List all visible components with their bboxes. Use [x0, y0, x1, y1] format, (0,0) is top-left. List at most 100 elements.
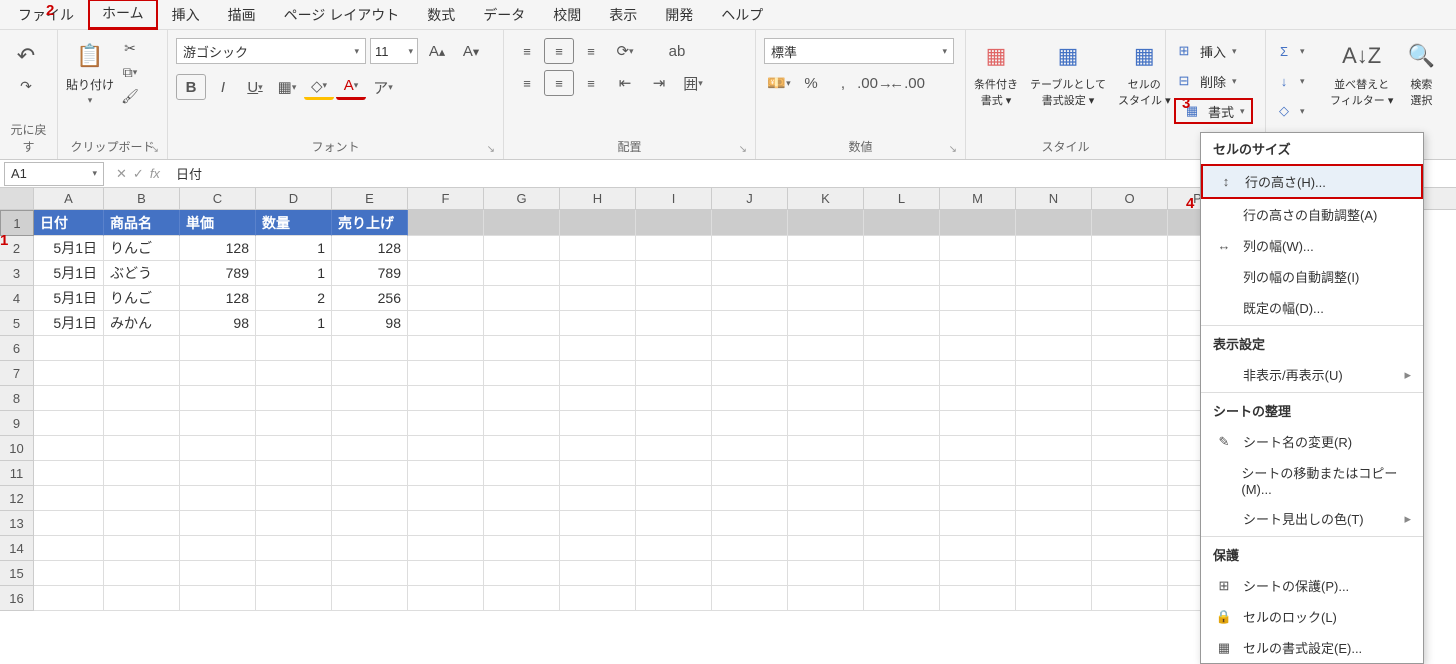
cell-E8[interactable]: [332, 386, 408, 411]
cell-H10[interactable]: [560, 436, 636, 461]
paste-button[interactable]: 📋 貼り付け ▾: [66, 38, 114, 106]
cell-A13[interactable]: [34, 511, 104, 536]
cell-L7[interactable]: [864, 361, 940, 386]
cell-O14[interactable]: [1092, 536, 1168, 561]
conditional-format-button[interactable]: ▦条件付き 書式 ▾: [974, 38, 1018, 108]
cell-B6[interactable]: [104, 336, 180, 361]
cell-G12[interactable]: [484, 486, 560, 511]
increase-indent-icon[interactable]: ⇥: [644, 70, 674, 96]
col-header-K[interactable]: K: [788, 188, 864, 209]
cell-G3[interactable]: [484, 261, 560, 286]
number-format-select[interactable]: 標準▾: [764, 38, 954, 64]
cell-J5[interactable]: [712, 311, 788, 336]
cell-F1[interactable]: [408, 210, 484, 236]
cell-F8[interactable]: [408, 386, 484, 411]
col-header-N[interactable]: N: [1016, 188, 1092, 209]
autosum-button[interactable]: Σ▾: [1274, 38, 1305, 64]
cell-J15[interactable]: [712, 561, 788, 586]
cell-N10[interactable]: [1016, 436, 1092, 461]
cell-I14[interactable]: [636, 536, 712, 561]
borders-button[interactable]: ▦ ▾: [272, 74, 302, 100]
dd-item[interactable]: 既定の幅(D)...: [1201, 292, 1423, 323]
alignment-launcher[interactable]: ↘: [739, 144, 747, 155]
cell-K9[interactable]: [788, 411, 864, 436]
decrease-indent-icon[interactable]: ⇤: [610, 70, 640, 96]
cell-N2[interactable]: [1016, 236, 1092, 261]
cell-L6[interactable]: [864, 336, 940, 361]
cell-N7[interactable]: [1016, 361, 1092, 386]
cell-H8[interactable]: [560, 386, 636, 411]
cell-J11[interactable]: [712, 461, 788, 486]
cell-L12[interactable]: [864, 486, 940, 511]
cell-B5[interactable]: みかん: [104, 311, 180, 336]
comma-button[interactable]: ,: [828, 70, 858, 96]
cell-N1[interactable]: [1016, 210, 1092, 236]
cell-C13[interactable]: [180, 511, 256, 536]
cell-D13[interactable]: [256, 511, 332, 536]
cell-I7[interactable]: [636, 361, 712, 386]
dd-item[interactable]: 列の幅の自動調整(I): [1201, 261, 1423, 292]
cell-B12[interactable]: [104, 486, 180, 511]
cell-D5[interactable]: 1: [256, 311, 332, 336]
cell-J8[interactable]: [712, 386, 788, 411]
cell-C6[interactable]: [180, 336, 256, 361]
cell-H5[interactable]: [560, 311, 636, 336]
cell-B1[interactable]: 商品名: [104, 210, 180, 236]
cell-K2[interactable]: [788, 236, 864, 261]
cell-K10[interactable]: [788, 436, 864, 461]
cell-E14[interactable]: [332, 536, 408, 561]
cell-A4[interactable]: 5月1日: [34, 286, 104, 311]
orientation-button[interactable]: ⟳ ▾: [610, 38, 640, 64]
cell-M3[interactable]: [940, 261, 1016, 286]
cell-E4[interactable]: 256: [332, 286, 408, 311]
merge-button[interactable]: 囲 ▾: [678, 70, 708, 96]
cell-D9[interactable]: [256, 411, 332, 436]
cell-F4[interactable]: [408, 286, 484, 311]
cell-I8[interactable]: [636, 386, 712, 411]
cell-E11[interactable]: [332, 461, 408, 486]
dd-item[interactable]: ⊞シートの保護(P)...: [1201, 570, 1423, 601]
cell-K5[interactable]: [788, 311, 864, 336]
cell-N11[interactable]: [1016, 461, 1092, 486]
cell-L2[interactable]: [864, 236, 940, 261]
cell-G14[interactable]: [484, 536, 560, 561]
cell-A7[interactable]: [34, 361, 104, 386]
cell-F13[interactable]: [408, 511, 484, 536]
delete-cells-button[interactable]: ⊟削除 ▾: [1174, 68, 1253, 94]
menu-ページ レイアウト[interactable]: ページ レイアウト: [270, 1, 414, 29]
cell-H7[interactable]: [560, 361, 636, 386]
menu-開発[interactable]: 開発: [651, 1, 707, 29]
cell-E6[interactable]: [332, 336, 408, 361]
cell-C14[interactable]: [180, 536, 256, 561]
cell-K11[interactable]: [788, 461, 864, 486]
cell-D6[interactable]: [256, 336, 332, 361]
cell-A12[interactable]: [34, 486, 104, 511]
cell-C2[interactable]: 128: [180, 236, 256, 261]
cell-L11[interactable]: [864, 461, 940, 486]
cell-H1[interactable]: [560, 210, 636, 236]
row-header-8[interactable]: 8: [0, 386, 34, 411]
row-header-13[interactable]: 13: [0, 511, 34, 536]
cell-C8[interactable]: [180, 386, 256, 411]
cell-F6[interactable]: [408, 336, 484, 361]
increase-font-icon[interactable]: A▴: [422, 38, 452, 64]
cell-N4[interactable]: [1016, 286, 1092, 311]
clipboard-launcher[interactable]: ↘: [151, 144, 159, 155]
cell-L9[interactable]: [864, 411, 940, 436]
col-header-I[interactable]: I: [636, 188, 712, 209]
cell-O6[interactable]: [1092, 336, 1168, 361]
cell-B8[interactable]: [104, 386, 180, 411]
cell-A15[interactable]: [34, 561, 104, 586]
cell-M8[interactable]: [940, 386, 1016, 411]
cell-L16[interactable]: [864, 586, 940, 611]
cell-A16[interactable]: [34, 586, 104, 611]
cell-A2[interactable]: 5月1日: [34, 236, 104, 261]
cell-A11[interactable]: [34, 461, 104, 486]
cell-E9[interactable]: [332, 411, 408, 436]
col-header-D[interactable]: D: [256, 188, 332, 209]
cell-H14[interactable]: [560, 536, 636, 561]
cell-F16[interactable]: [408, 586, 484, 611]
cell-N15[interactable]: [1016, 561, 1092, 586]
cell-J6[interactable]: [712, 336, 788, 361]
cell-E7[interactable]: [332, 361, 408, 386]
